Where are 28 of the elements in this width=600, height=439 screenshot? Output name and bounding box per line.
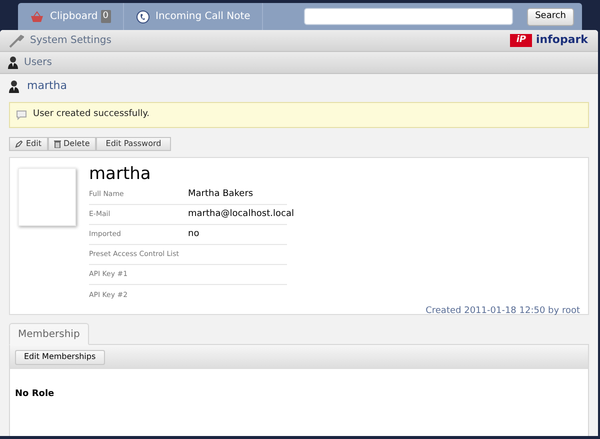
speech-bubble-icon <box>16 110 27 120</box>
action-button[interactable]: Edit <box>9 137 48 151</box>
basket-icon <box>30 10 44 22</box>
field-value: no <box>188 228 200 241</box>
success-message: User created successfully. <box>33 108 150 122</box>
action-button[interactable]: Delete <box>48 137 96 151</box>
user-icon <box>8 56 18 69</box>
role-text: No Role <box>15 389 54 399</box>
breadcrumb-link[interactable]: martha <box>27 78 68 94</box>
search-field[interactable] <box>304 8 514 25</box>
tab[interactable]: Membership <box>9 323 89 345</box>
action-button[interactable]: Edit Password <box>96 137 172 151</box>
pencil-icon <box>15 140 23 148</box>
field-value: martha@localhost.local <box>188 208 294 221</box>
avatar-placeholder <box>18 168 76 226</box>
logo: iP infopark <box>510 32 588 49</box>
wrench-icon <box>8 34 24 48</box>
field-value: Martha Bakers <box>188 188 254 201</box>
user-icon <box>9 80 19 92</box>
trash-icon <box>54 140 60 148</box>
search-button[interactable]: Search <box>527 8 574 26</box>
breadcrumb-link[interactable]: Users <box>24 55 52 70</box>
phone-icon <box>136 10 150 24</box>
created-info: Created 2011-01-18 12:50 by root <box>426 305 580 318</box>
user-name: martha <box>89 164 152 184</box>
edit-memberships-button[interactable]: Edit Memberships <box>15 350 105 364</box>
count-badge: 0 <box>100 10 110 24</box>
breadcrumb-link[interactable]: System Settings <box>30 33 112 48</box>
